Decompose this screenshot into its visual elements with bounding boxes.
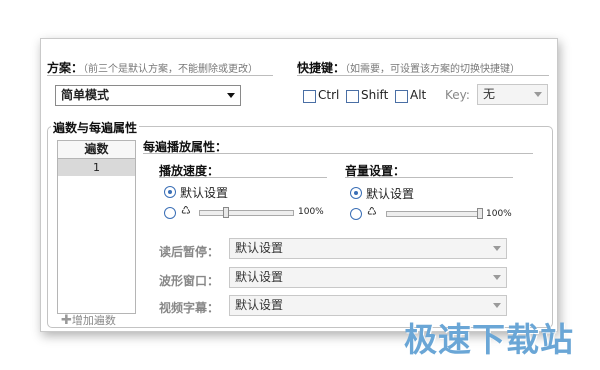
per-pass-divider bbox=[143, 153, 533, 154]
shift-checkbox[interactable] bbox=[346, 90, 359, 103]
list-item[interactable]: 1 bbox=[58, 159, 135, 176]
waveform-select[interactable]: 默认设置 bbox=[229, 267, 507, 288]
hotkey-header: 快捷键：（如需要，可设置该方案的切换快捷键） bbox=[297, 59, 520, 76]
hotkey-divider bbox=[297, 75, 549, 76]
subtitle-label: 视频字幕： bbox=[159, 301, 220, 315]
alt-label: Alt bbox=[410, 88, 427, 102]
chevron-down-icon bbox=[493, 246, 501, 251]
chevron-down-icon bbox=[493, 275, 501, 280]
loops-group-label: 遍数与每遍属性 bbox=[51, 119, 140, 136]
plus-icon: ✚ bbox=[61, 313, 72, 328]
chevron-down-icon bbox=[534, 92, 542, 97]
key-select[interactable]: 无 bbox=[477, 84, 548, 105]
speed-default-label: 默认设置 bbox=[180, 186, 229, 200]
subtitle-select-value: 默认设置 bbox=[235, 298, 284, 312]
add-loop-label: 增加遍数 bbox=[71, 314, 116, 327]
scheme-header: 方案：（前三个是默认方案，不能删除或更改） bbox=[47, 59, 258, 76]
scheme-divider bbox=[47, 75, 273, 76]
scheme-select[interactable]: 简单模式 bbox=[55, 85, 241, 106]
key-select-value: 无 bbox=[483, 87, 496, 101]
waveform-select-value: 默认设置 bbox=[235, 270, 284, 284]
loops-list-header: 遍数 bbox=[58, 141, 135, 159]
speed-divider bbox=[159, 177, 327, 178]
scheme-label: 方案： bbox=[47, 61, 84, 75]
volume-percent: 100% bbox=[486, 209, 512, 219]
speed-default-radio[interactable] bbox=[164, 186, 176, 198]
ctrl-label: Ctrl bbox=[318, 88, 340, 102]
recycle-icon: ♺ bbox=[367, 205, 377, 218]
speed-percent: 100% bbox=[298, 207, 324, 217]
chevron-down-icon bbox=[227, 93, 235, 98]
chevron-down-icon bbox=[493, 303, 501, 308]
scheme-select-value: 简单模式 bbox=[61, 88, 110, 102]
hotkey-label: 快捷键： bbox=[297, 61, 346, 75]
volume-custom-radio[interactable] bbox=[350, 208, 362, 220]
pause-select-value: 默认设置 bbox=[235, 241, 284, 255]
speed-slider-thumb[interactable] bbox=[223, 207, 229, 218]
ctrl-checkbox[interactable] bbox=[303, 90, 316, 103]
pause-label: 读后暂停： bbox=[159, 245, 220, 259]
volume-default-label: 默认设置 bbox=[366, 187, 415, 201]
volume-slider[interactable] bbox=[386, 211, 481, 217]
watermark-logo: 极速下载站 bbox=[404, 320, 574, 359]
shift-label: Shift bbox=[361, 88, 389, 102]
speed-custom-radio[interactable] bbox=[164, 207, 176, 219]
recycle-icon: ♺ bbox=[181, 204, 191, 217]
waveform-label: 波形窗口： bbox=[159, 274, 220, 288]
volume-default-radio[interactable] bbox=[350, 187, 362, 199]
add-loop-button[interactable]: ✚增加遍数 bbox=[61, 312, 116, 328]
alt-checkbox[interactable] bbox=[395, 90, 408, 103]
loops-list[interactable]: 遍数 1 bbox=[57, 140, 136, 314]
hotkey-hint: （如需要，可设置该方案的切换快捷键） bbox=[345, 64, 521, 75]
key-label: Key: bbox=[445, 88, 470, 102]
scheme-hint: （前三个是默认方案，不能删除或更改） bbox=[83, 64, 259, 75]
volume-slider-thumb[interactable] bbox=[477, 208, 483, 219]
volume-divider bbox=[345, 177, 513, 178]
settings-panel: 方案：（前三个是默认方案，不能删除或更改） 简单模式 快捷键：（如需要，可设置该… bbox=[40, 38, 558, 332]
pause-select[interactable]: 默认设置 bbox=[229, 238, 507, 259]
speed-slider[interactable] bbox=[199, 210, 294, 216]
